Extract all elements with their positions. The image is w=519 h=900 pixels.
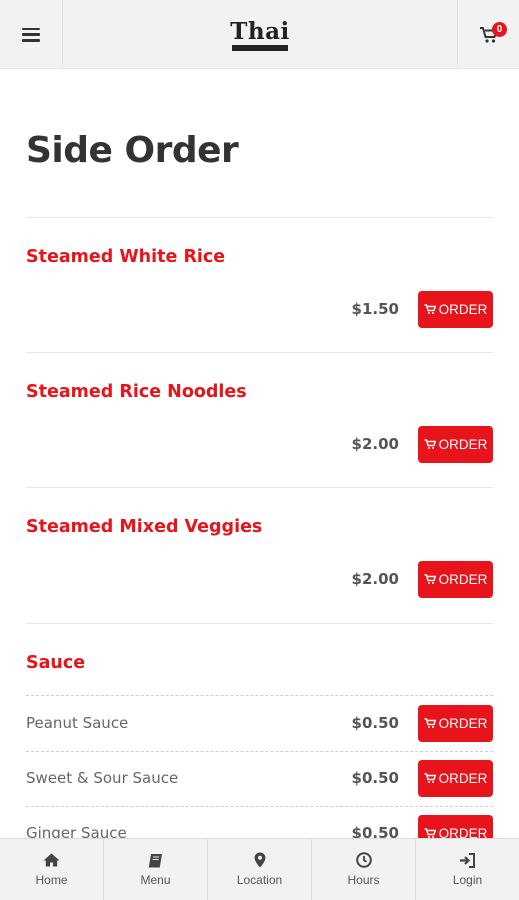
nav-label: Location [236,873,283,887]
order-button[interactable]: ORDER [418,760,493,797]
login-icon [459,852,476,868]
divider [26,623,493,624]
menu-button[interactable] [0,0,63,69]
nav-menu[interactable]: Menu [104,839,208,900]
order-button-label: ORDER [438,437,488,452]
clock-icon [355,852,372,868]
book-icon [148,852,164,868]
order-button[interactable]: ORDER [418,291,493,328]
hamburger-icon [22,27,40,42]
item-price: $2.00 [351,435,399,453]
cart-icon [424,718,436,728]
divider [26,806,493,807]
cart-count-badge: 0 [492,22,507,37]
sauce-option-name: Sweet & Sour Sauce [26,769,179,787]
sauce-option-name: Peanut Sauce [26,714,129,732]
order-button-label: ORDER [438,572,488,587]
nav-hours[interactable]: Hours [312,839,416,900]
sauce-option-price: $0.50 [351,714,399,732]
nav-label: Home [35,873,68,887]
nav-label: Menu [140,873,171,887]
divider [26,217,493,218]
divider [26,487,493,488]
map-marker-icon [254,852,266,868]
cart-icon [424,773,436,783]
page-title: Side Order [26,130,239,171]
home-icon [43,852,60,868]
divider [26,352,493,353]
nav-login[interactable]: Login [416,839,519,900]
order-button-label: ORDER [438,716,488,731]
order-button[interactable]: ORDER [418,705,493,742]
cart-icon [424,574,436,584]
divider [26,695,493,696]
nav-home[interactable]: Home [0,839,104,900]
sauce-section-title: Sauce [26,653,86,673]
order-button[interactable]: ORDER [418,561,493,598]
divider [26,751,493,752]
logo-text: Thai [230,18,290,45]
sauce-option-price: $0.50 [351,769,399,787]
order-button-label: ORDER [438,771,488,786]
order-button[interactable]: ORDER [418,426,493,463]
item-price: $2.00 [351,570,399,588]
item-name: Steamed White Rice [26,247,226,267]
order-button-label: ORDER [438,302,488,317]
item-price: $1.50 [351,300,399,318]
bottom-nav: Home Menu Location Hours Login [0,838,519,900]
item-name: Steamed Mixed Veggies [26,517,263,537]
nav-label: Hours [347,873,380,887]
nav-label: Login [452,873,483,887]
logo-bar [232,45,288,51]
top-bar: Thai 0 [0,0,519,69]
restaurant-logo[interactable]: Thai [222,16,298,56]
cart-icon [424,439,436,449]
cart-button[interactable]: 0 [457,0,519,69]
nav-location[interactable]: Location [208,839,312,900]
cart-icon [424,304,436,314]
item-name: Steamed Rice Noodles [26,382,247,402]
